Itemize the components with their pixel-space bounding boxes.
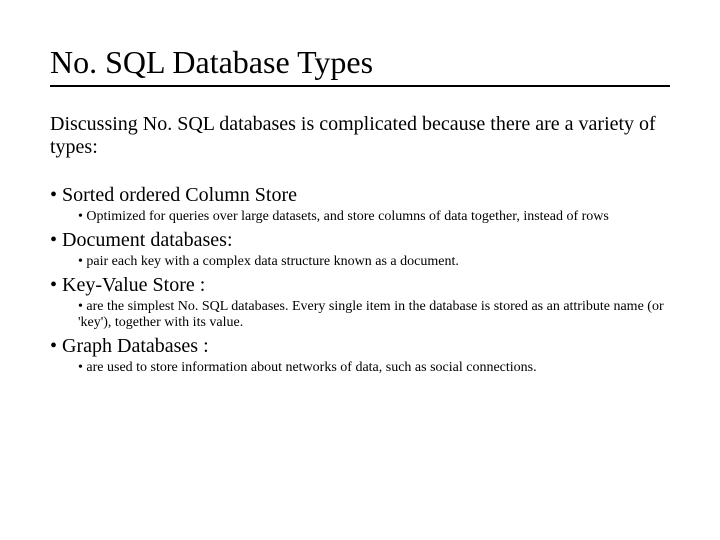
list-subitem: Optimized for queries over large dataset… <box>78 209 670 225</box>
list-subitem: are the simplest No. SQL databases. Ever… <box>78 299 670 331</box>
list-subitem: are used to store information about netw… <box>78 360 670 376</box>
title-rule <box>50 85 670 87</box>
list-item: Key-Value Store : <box>50 273 670 298</box>
slide-title: No. SQL Database Types <box>50 44 670 81</box>
list-item: Sorted ordered Column Store <box>50 183 670 208</box>
intro-text: Discussing No. SQL databases is complica… <box>50 113 670 159</box>
list-item: Graph Databases : <box>50 334 670 359</box>
slide: No. SQL Database Types Discussing No. SQ… <box>0 0 720 376</box>
list-item: Document databases: <box>50 228 670 253</box>
list-subitem: pair each key with a complex data struct… <box>78 254 670 270</box>
